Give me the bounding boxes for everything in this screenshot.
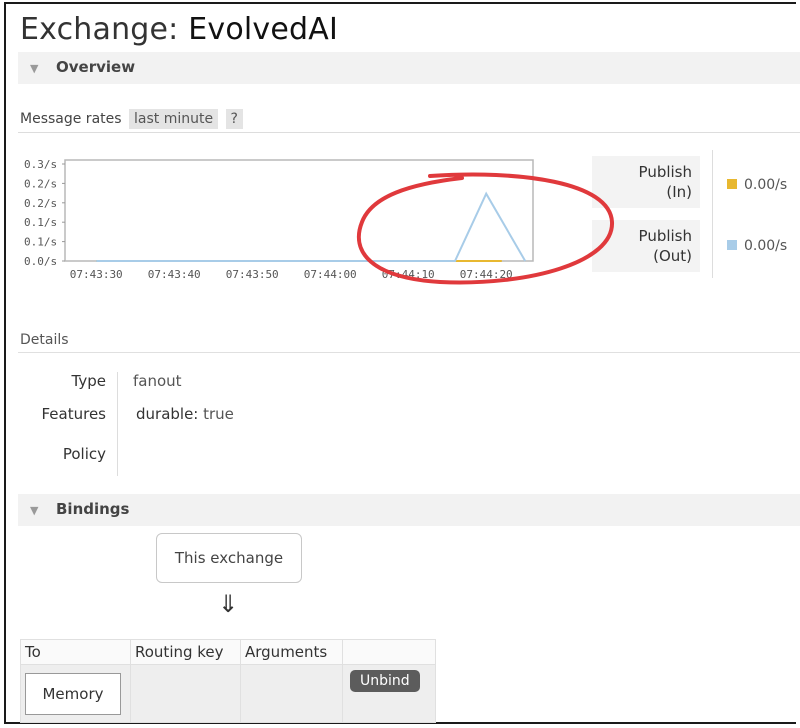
hand-drawn-circle-annotation <box>356 172 615 285</box>
annotation-overlay <box>356 172 615 285</box>
